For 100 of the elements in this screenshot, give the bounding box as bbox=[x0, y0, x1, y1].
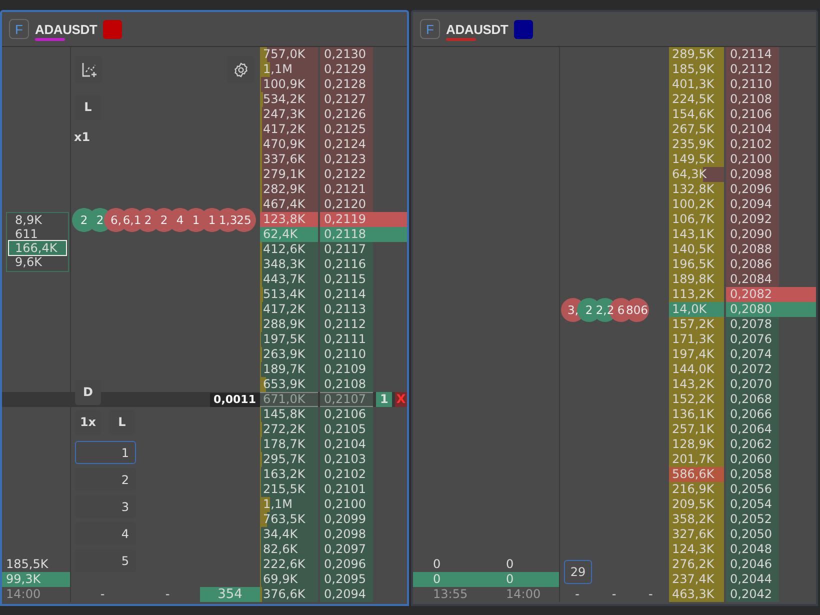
price-cell[interactable]: 0,2100 bbox=[320, 497, 373, 512]
quantity-button[interactable]: 4 bbox=[75, 522, 136, 545]
color-swatch[interactable] bbox=[103, 20, 122, 38]
price-cell[interactable]: 0,2048 bbox=[726, 542, 779, 557]
price-cell[interactable]: 0,2062 bbox=[726, 437, 779, 452]
price-cell[interactable]: 0,2042 bbox=[726, 587, 779, 602]
price-cell[interactable]: 0,2101 bbox=[320, 482, 373, 497]
price-cell[interactable]: 0,2099 bbox=[320, 512, 373, 527]
price-cell[interactable]: 0,2129 bbox=[320, 62, 373, 77]
price-cell[interactable]: 0,2113 bbox=[320, 302, 373, 317]
symbol-label[interactable]: ADAUSDT bbox=[446, 22, 508, 37]
limit-button[interactable]: L bbox=[109, 410, 135, 434]
price-cell[interactable]: 0,2114 bbox=[726, 47, 779, 62]
price-cell[interactable]: 0,2056 bbox=[726, 482, 779, 497]
price-cell[interactable]: 0,2050 bbox=[726, 527, 779, 542]
price-cell[interactable]: 0,2104 bbox=[320, 437, 373, 452]
price-cell[interactable]: 0,2086 bbox=[726, 257, 779, 272]
price-cell[interactable]: 0,2112 bbox=[320, 317, 373, 332]
price-cell[interactable]: 0,2068 bbox=[726, 392, 779, 407]
volume-value: 412,6K bbox=[262, 242, 306, 256]
quantity-button[interactable]: 3 bbox=[75, 495, 136, 518]
price-cell[interactable]: 0,2110 bbox=[320, 347, 373, 362]
price-cell[interactable]: 0,2064 bbox=[726, 422, 779, 437]
price-cell[interactable]: 0,2078 bbox=[726, 317, 779, 332]
quantity-button[interactable]: 5 bbox=[75, 549, 136, 572]
price-cell[interactable]: 0,2106 bbox=[726, 107, 779, 122]
price-cell[interactable]: 0,2109 bbox=[320, 362, 373, 377]
price-cell[interactable]: 0,2106 bbox=[320, 407, 373, 422]
price-cell[interactable]: 0,2098 bbox=[320, 527, 373, 542]
volume-value: 154,6K bbox=[671, 107, 714, 121]
price-cell[interactable]: 0,2102 bbox=[320, 467, 373, 482]
price-cell[interactable]: 0,2121 bbox=[320, 182, 373, 197]
best-price-bar bbox=[373, 212, 407, 227]
price-cell[interactable]: 0,2088 bbox=[726, 242, 779, 257]
price-cell[interactable]: 0,2111 bbox=[320, 332, 373, 347]
price-cell[interactable]: 0,2110 bbox=[726, 77, 779, 92]
volume-value: 263,9K bbox=[262, 347, 306, 361]
price-cell[interactable]: 0,2080 bbox=[726, 302, 779, 317]
order-offset-label: 0,0011 bbox=[210, 392, 260, 406]
price-cell[interactable]: 0,2095 bbox=[320, 572, 373, 587]
step-button[interactable]: 1x bbox=[75, 410, 101, 434]
price-cell[interactable]: 0,2125 bbox=[320, 122, 373, 137]
price-cell[interactable]: 0,2096 bbox=[320, 557, 373, 572]
price-cell[interactable]: 0,2123 bbox=[320, 152, 373, 167]
price-cell[interactable]: 0,2097 bbox=[320, 542, 373, 557]
price-cell[interactable]: 0,2115 bbox=[320, 272, 373, 287]
price-cell[interactable]: 0,2105 bbox=[320, 422, 373, 437]
price-cell[interactable]: 0,2112 bbox=[726, 62, 779, 77]
price-cell[interactable]: 0,2124 bbox=[320, 137, 373, 152]
price-cell[interactable]: 0,2058 bbox=[726, 467, 779, 482]
price-cell[interactable]: 0,2076 bbox=[726, 332, 779, 347]
price-cell[interactable]: 0,2098 bbox=[726, 167, 779, 182]
price-cell[interactable]: 0,2082 bbox=[726, 287, 779, 302]
price-cell[interactable]: 0,2046 bbox=[726, 557, 779, 572]
price-cell[interactable]: 0,2116 bbox=[320, 257, 373, 272]
marker-box[interactable]: 29 bbox=[564, 560, 592, 584]
price-cell[interactable]: 0,2072 bbox=[726, 362, 779, 377]
settings-icon bbox=[232, 62, 248, 78]
symbol-label[interactable]: ADAUSDT bbox=[35, 22, 98, 37]
price-cell[interactable]: 0,2060 bbox=[726, 452, 779, 467]
price-cell[interactable]: 0,2120 bbox=[320, 197, 373, 212]
price-cell[interactable]: 0,2094 bbox=[320, 587, 373, 602]
price-cell[interactable]: 0,2084 bbox=[726, 272, 779, 287]
price-cell[interactable]: 0,2103 bbox=[320, 452, 373, 467]
price-cell[interactable]: 0,2130 bbox=[320, 47, 373, 62]
price-cell[interactable]: 0,2128 bbox=[320, 77, 373, 92]
price-cell[interactable]: 0,2066 bbox=[726, 407, 779, 422]
price-cell[interactable]: 0,2100 bbox=[726, 152, 779, 167]
color-swatch[interactable] bbox=[514, 20, 534, 38]
lock-button[interactable]: L bbox=[75, 94, 101, 120]
price-cell[interactable]: 0,2114 bbox=[320, 287, 373, 302]
price-cell[interactable]: 0,2096 bbox=[726, 182, 779, 197]
volume-value: 34,4K bbox=[262, 527, 298, 541]
volume-value: 534,2K bbox=[262, 92, 306, 106]
quantity-button[interactable]: 1 bbox=[75, 441, 136, 464]
price-cell[interactable]: 0,2090 bbox=[726, 227, 779, 242]
price-cell[interactable]: 0,2094 bbox=[726, 197, 779, 212]
price-cell[interactable]: 0,2126 bbox=[320, 107, 373, 122]
price-cell[interactable]: 0,2127 bbox=[320, 92, 373, 107]
price-cell[interactable]: 0,2054 bbox=[726, 497, 779, 512]
price-cell[interactable]: 0,2104 bbox=[726, 122, 779, 137]
order-quantity[interactable]: 1 bbox=[376, 392, 392, 407]
price-cell[interactable]: 0,2052 bbox=[726, 512, 779, 527]
price-cell[interactable]: 0,2122 bbox=[320, 167, 373, 182]
buy-volume: 0 bbox=[486, 572, 559, 587]
volume-value: 463,3K bbox=[671, 587, 714, 601]
price-cell[interactable]: 0,2108 bbox=[726, 92, 779, 107]
price-cell[interactable]: 0,2102 bbox=[726, 137, 779, 152]
price-cell[interactable]: 0,2092 bbox=[726, 212, 779, 227]
price-cell[interactable]: 0,2074 bbox=[726, 347, 779, 362]
d-button[interactable]: D bbox=[75, 380, 101, 404]
price-cell[interactable]: 0,2044 bbox=[726, 572, 779, 587]
price-cell[interactable]: 0,2107 bbox=[320, 392, 373, 407]
price-cell[interactable]: 0,2070 bbox=[726, 377, 779, 392]
quantity-button[interactable]: 2 bbox=[75, 468, 136, 491]
price-cell[interactable]: 0,2117 bbox=[320, 242, 373, 257]
cluster-value: 9,6K bbox=[14, 255, 43, 269]
price-cell[interactable]: 0,2119 bbox=[320, 212, 373, 227]
price-cell[interactable]: 0,2108 bbox=[320, 377, 373, 392]
price-cell[interactable]: 0,2118 bbox=[320, 227, 373, 242]
